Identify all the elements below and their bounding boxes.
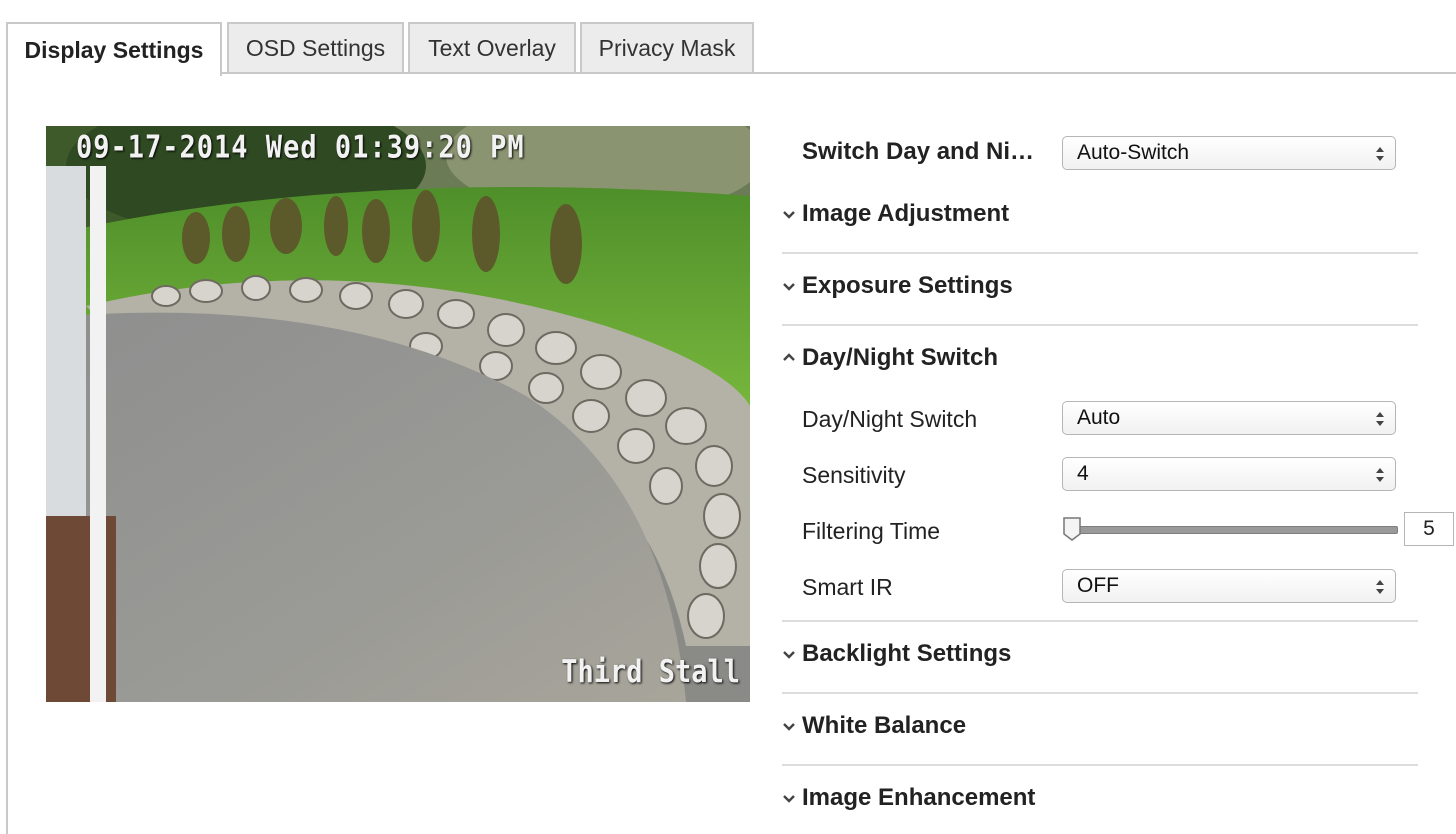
chevron-down-icon (783, 283, 795, 291)
section-image-enhancement[interactable]: Image Enhancement (782, 784, 1418, 834)
section-divider (782, 764, 1418, 766)
section-title: White Balance (802, 712, 967, 739)
osd-camera-name: Third Stall (561, 654, 740, 690)
tab-label: Privacy Mask (598, 34, 736, 61)
section-white-balance[interactable]: White Balance (782, 712, 1418, 784)
day-night-switch-label: Day/Night Switch (802, 406, 978, 432)
panel-border (6, 74, 8, 834)
switch-day-night-select[interactable]: Auto-Switch (1062, 136, 1396, 170)
section-image-adjustment[interactable]: Image Adjustment (782, 200, 1418, 272)
day-night-switch-select[interactable]: Auto (1062, 401, 1396, 435)
section-title: Image Adjustment (802, 200, 1010, 227)
tab-display-settings[interactable]: Display Settings (6, 22, 222, 76)
sensitivity-select[interactable]: 4 (1062, 457, 1396, 491)
chevron-down-icon (783, 651, 795, 659)
tab-label: Text Overlay (428, 34, 556, 61)
section-title: Image Enhancement (802, 784, 1036, 811)
section-title: Day/Night Switch (802, 344, 999, 371)
tab-label: Display Settings (24, 36, 204, 63)
chevron-down-icon (783, 211, 795, 219)
tab-osd-settings[interactable]: OSD Settings (227, 22, 404, 72)
tab-text-overlay[interactable]: Text Overlay (408, 22, 576, 72)
chevron-up-icon (783, 353, 795, 361)
section-exposure-settings[interactable]: Exposure Settings (782, 272, 1418, 344)
section-divider (782, 252, 1418, 254)
switch-day-night-label: Switch Day and Ni… (802, 138, 1035, 165)
filtering-time-value[interactable]: 5 (1404, 512, 1454, 546)
filtering-time-label: Filtering Time (802, 518, 941, 544)
section-divider (782, 620, 1418, 622)
select-value: Auto (1077, 406, 1121, 429)
smart-ir-select[interactable]: OFF (1062, 569, 1396, 603)
select-arrows-icon (1376, 147, 1384, 161)
section-divider (782, 324, 1418, 326)
section-divider (782, 692, 1418, 694)
sensitivity-label: Sensitivity (802, 462, 906, 488)
select-arrows-icon (1376, 468, 1384, 482)
tab-label: OSD Settings (245, 34, 386, 61)
section-title: Exposure Settings (802, 272, 1013, 299)
select-value: 4 (1077, 462, 1089, 485)
tab-privacy-mask[interactable]: Privacy Mask (580, 22, 754, 72)
osd-timestamp: 09-17-2014 Wed 01:39:20 PM (76, 130, 525, 166)
video-preview: 09-17-2014 Wed 01:39:20 PM Third Stall (46, 126, 750, 702)
chevron-down-icon (783, 723, 795, 731)
select-arrows-icon (1376, 580, 1384, 594)
tab-underline (6, 72, 1456, 74)
section-title: Backlight Settings (802, 640, 1012, 667)
filtering-time-slider-track[interactable] (1068, 526, 1398, 534)
smart-ir-label: Smart IR (802, 574, 893, 600)
section-backlight-settings[interactable]: Backlight Settings (782, 640, 1418, 712)
camera-scene (46, 126, 750, 702)
filtering-time-slider-thumb[interactable] (1062, 516, 1082, 542)
select-value: Auto-Switch (1077, 141, 1190, 164)
select-arrows-icon (1376, 412, 1384, 426)
tab-bar: Display Settings OSD Settings Text Overl… (0, 0, 1456, 76)
select-value: OFF (1077, 574, 1119, 597)
chevron-down-icon (783, 795, 795, 803)
